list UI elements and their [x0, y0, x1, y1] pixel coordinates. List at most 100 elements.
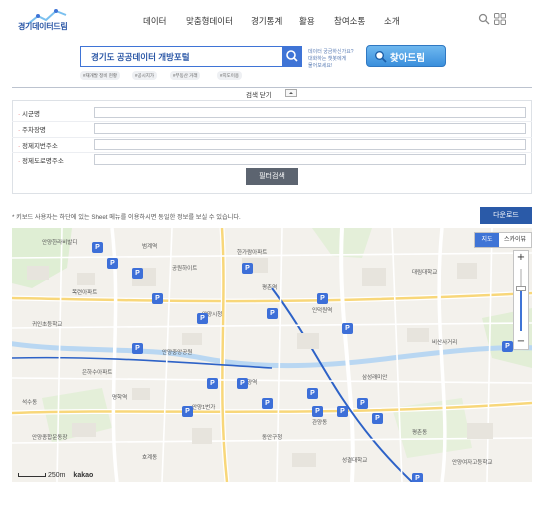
map-place-label: 범계역 [142, 244, 158, 250]
nav-custom-data[interactable]: 맞춤형데이터 [186, 15, 233, 27]
parking-marker-icon[interactable]: P [357, 398, 368, 409]
map-type-skyview-button[interactable]: 스카이뷰 [499, 233, 531, 247]
parking-marker-icon[interactable]: P [412, 473, 423, 482]
map-type-road-button[interactable]: 지도 [475, 233, 499, 247]
parking-marker-icon[interactable]: P [132, 343, 143, 354]
parking-marker-icon[interactable]: P [262, 398, 273, 409]
lot-address-input[interactable] [94, 139, 526, 150]
map-place-label: 은하수아파트 [82, 370, 113, 376]
parking-marker-icon[interactable]: P [107, 258, 118, 269]
parking-marker-icon[interactable]: P [337, 406, 348, 417]
parking-marker-icon[interactable]: P [372, 413, 383, 424]
keyboard-notice: * 키보드 사용자는 하단에 있는 Sheet 메뉴를 이용하시면 동일한 정보… [12, 214, 241, 221]
download-button[interactable]: 다운로드 [480, 207, 532, 224]
zoom-in-button[interactable]: + [514, 251, 528, 265]
parking-marker-icon[interactable]: P [92, 242, 103, 253]
parking-marker-icon[interactable]: P [502, 341, 513, 352]
parking-marker-icon[interactable]: P [132, 268, 143, 279]
filter-row-divider [12, 152, 532, 153]
parking-marker-icon[interactable]: P [182, 406, 193, 417]
nav-statistics[interactable]: 경기통계 [251, 15, 282, 27]
search-submit-button[interactable] [282, 46, 302, 66]
nav-about[interactable]: 소개 [384, 15, 400, 27]
map-place-label: 명학역 [112, 395, 128, 401]
map-scale: 250m kakao [18, 472, 93, 479]
parking-marker-icon[interactable]: P [152, 293, 163, 304]
filter-search-button[interactable]: 필터검색 [246, 168, 298, 185]
city-name-input[interactable] [94, 107, 526, 118]
field-label-parking-text: 주차장명 [21, 127, 46, 134]
hashtag-4[interactable]: #지도이용 [217, 71, 243, 80]
parking-marker-icon[interactable]: P [237, 378, 248, 389]
hashtag-3[interactable]: #부동산 거래 [170, 71, 201, 80]
map-place-label: 목련아파트 [72, 290, 98, 296]
filter-divider [12, 87, 532, 88]
map-place-label: 호계동 [142, 455, 158, 461]
map-place-label: 관양동 [312, 420, 328, 426]
nav-data[interactable]: 데이터 [143, 15, 166, 27]
field-label-road-address-text: 정제도로명주소 [21, 158, 64, 165]
find-button-label: 찾아드림 [390, 53, 425, 64]
nav-participation[interactable]: 참여소통 [334, 15, 365, 27]
field-label-lot-address: · 정제지번주소 [18, 143, 58, 150]
parking-marker-icon[interactable]: P [342, 323, 353, 334]
nav-usage[interactable]: 활용 [299, 15, 315, 27]
field-label-city-text: 시군명 [21, 111, 40, 118]
parking-marker-icon[interactable]: P [267, 308, 278, 319]
logo-text[interactable]: 경기데이터드림 [18, 21, 68, 32]
map-place-label: 인덕원역 [312, 308, 333, 314]
map-place-label: 동안구청 [262, 435, 283, 441]
field-label-city: · 시군명 [18, 111, 40, 118]
parking-marker-icon[interactable]: P [312, 406, 323, 417]
promo-line-3: 물어보세요! [308, 63, 333, 69]
find-chatbot-button[interactable]: 찾아드림 [366, 45, 446, 67]
map-place-label: 안양종합운동장 [32, 435, 68, 441]
road-address-input[interactable] [94, 154, 526, 165]
grid-menu-icon[interactable] [494, 13, 506, 25]
scale-label: 250m [47, 472, 66, 479]
map-place-label: 한가람아파트 [237, 250, 268, 256]
search-placeholder: 경기도 공공데이터 개방포털 [91, 52, 190, 62]
parking-name-input[interactable] [94, 123, 526, 134]
hashtag-2[interactable]: #공시지가 [132, 71, 158, 80]
page-root: 경기데이터드림 데이터 맞춤형데이터 경기통계 활용 참여소통 소개 경기도 공… [0, 0, 544, 505]
parking-marker-icon[interactable]: P [197, 313, 208, 324]
map-place-label: 공원하이트 [172, 266, 198, 272]
promo-line-2: 대화하는 챗봇에게 [308, 56, 347, 62]
parking-marker-icon[interactable]: P [317, 293, 328, 304]
chevron-up-icon [289, 92, 293, 94]
hashtag-1[interactable]: #재개발 정비 현황 [80, 71, 120, 80]
map-place-label: 귀인초등학교 [32, 322, 63, 328]
zoom-out-button[interactable]: − [514, 335, 528, 349]
zoom-level-fill [520, 289, 522, 331]
map-place-label: 평촌동 [412, 430, 428, 436]
map-place-label: 안양1번가 [192, 405, 216, 411]
parking-marker-icon[interactable]: P [307, 388, 318, 399]
filter-row-divider [12, 121, 532, 122]
portal-search-input[interactable]: 경기도 공공데이터 개방포털 [80, 46, 302, 67]
field-label-lot-address-text: 정제지번주소 [21, 143, 58, 150]
search-icon[interactable] [478, 13, 490, 25]
filter-toggle-label[interactable]: 검색 닫기 [246, 89, 272, 99]
parking-marker-icon[interactable]: P [207, 378, 218, 389]
field-label-road-address: · 정제도로명주소 [18, 158, 64, 165]
map-place-label: 안양중앙공원 [162, 350, 193, 356]
magnifier-icon [375, 51, 387, 63]
zoom-control[interactable]: + − [513, 250, 529, 350]
map-place-label: 비산사거리 [432, 340, 458, 346]
map-provider-label: kakao [73, 472, 94, 479]
parking-marker-icon[interactable]: P [242, 263, 253, 274]
map-place-label: 안양여자고등학교 [452, 460, 493, 466]
search-icon [286, 50, 298, 62]
map-place-label: 석수동 [22, 400, 38, 406]
filter-collapse-button[interactable] [285, 89, 297, 97]
map-place-label: 성결대학교 [342, 458, 368, 464]
map-type-switch[interactable]: 지도 스카이뷰 [474, 232, 532, 248]
zoom-handle[interactable] [516, 286, 526, 291]
map-view[interactable]: 안양한라비발디 범계역 공원하이트 한가람아파트 목련아파트 평촌역 안양시청 귀인초등학교 인… [12, 228, 532, 482]
map-place-label: 대림대학교 [412, 270, 438, 276]
promo-line-1: 데이터 궁금하신가요? [308, 49, 354, 55]
map-place-label: 평촌역 [262, 285, 278, 291]
map-place-label: 삼성래미안 [362, 375, 388, 381]
filter-row-divider [12, 137, 532, 138]
